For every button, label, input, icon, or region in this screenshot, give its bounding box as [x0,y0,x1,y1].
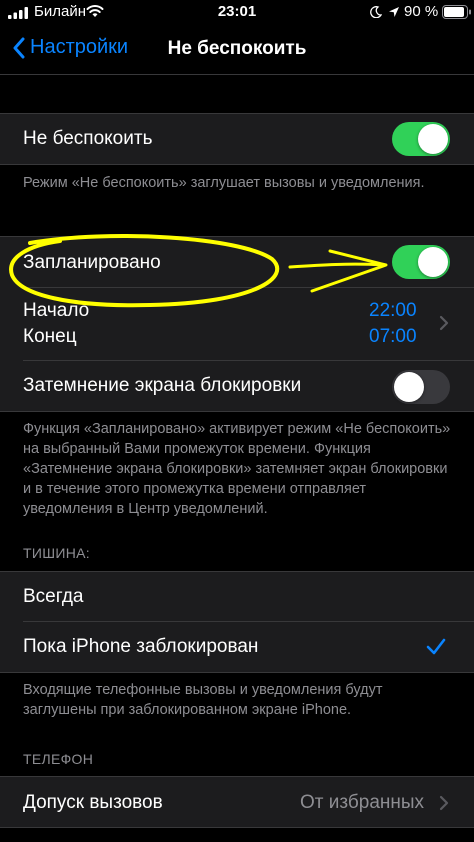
schedule-group: Запланировано Начало 22:00 Конец 07:00 З… [0,237,474,411]
start-time: 22:00 [369,300,417,321]
dim-lock-screen-row[interactable]: Затемнение экрана блокировки [0,361,474,411]
location-icon [388,5,400,17]
divider [0,827,474,828]
schedule-toggle[interactable] [392,245,450,279]
checkmark-icon [425,637,447,657]
moon-icon [370,5,383,19]
battery-icon [442,5,472,19]
battery-percent: 90 % [404,3,439,20]
end-time: 07:00 [369,326,417,347]
chevron-right-icon [439,315,449,331]
silence-option-label: Всегда [23,586,84,607]
silence-option-always[interactable]: Всегда [0,572,474,621]
dnd-group: Не беспокоить [0,114,474,164]
page-title: Не беспокоить [167,38,307,59]
status-bar: Билайн 23:01 90 % [0,0,474,26]
nav-separator [0,74,474,75]
schedule-footer: Функция «Запланировано» активирует режим… [23,421,451,517]
silence-group: Всегда Пока iPhone заблокирован [0,572,474,672]
divider [0,164,474,165]
allow-calls-row[interactable]: Допуск вызовов От избранных [0,777,474,827]
navigation-bar: Настройки Не беспокоить [0,26,474,74]
phone-header: ТЕЛЕФОН [23,751,94,767]
silence-header: ТИШИНА: [23,545,90,561]
dnd-footer: Режим «Не беспокоить» заглушает вызовы и… [23,175,425,191]
dnd-label: Не беспокоить [23,128,153,149]
divider [0,411,474,412]
silence-footer: Входящие телефонные вызовы и уведомления… [23,682,383,718]
silence-option-locked[interactable]: Пока iPhone заблокирован [0,622,474,672]
end-label: Конец [23,326,77,347]
dim-lock-screen-toggle[interactable] [392,370,450,404]
clock: 23:01 [217,3,257,20]
divider [0,672,474,673]
dim-lock-screen-label: Затемнение экрана блокировки [23,375,302,396]
start-label: Начало [23,300,90,321]
phone-group: Допуск вызовов От избранных [0,777,474,827]
dnd-toggle[interactable] [392,122,450,156]
allow-calls-value: От избранных [300,792,425,813]
chevron-right-icon [439,795,449,811]
dnd-row[interactable]: Не беспокоить [0,114,474,164]
silence-option-label: Пока iPhone заблокирован [23,636,259,657]
schedule-row[interactable]: Запланировано [0,237,474,287]
schedule-times-row[interactable]: Начало 22:00 Конец 07:00 [0,288,474,360]
schedule-label: Запланировано [23,252,161,273]
allow-calls-label: Допуск вызовов [23,792,163,813]
